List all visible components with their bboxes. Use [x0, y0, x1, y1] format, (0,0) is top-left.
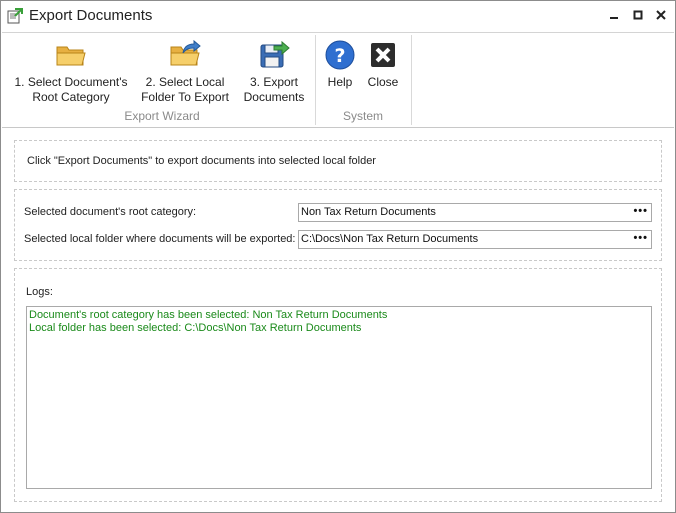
settings-panel: Selected document's root category: Non T… — [14, 189, 662, 261]
info-panel: Click "Export Documents" to export docum… — [14, 140, 662, 182]
maximize-button[interactable] — [629, 7, 647, 25]
root-category-label: Selected document's root category: — [24, 206, 197, 218]
help-button[interactable]: ? Help — [322, 37, 358, 90]
select-local-folder-button[interactable]: 2. Select Local Folder To Export — [134, 37, 236, 105]
logs-label: Logs: — [26, 286, 53, 298]
select-root-category-label-1: 1. Select Document's — [14, 75, 128, 89]
title-bar: Export Documents — [1, 1, 675, 31]
save-export-icon — [260, 40, 290, 68]
info-text: Click "Export Documents" to export docum… — [27, 155, 376, 167]
close-label: Close — [367, 75, 399, 89]
folder-icon — [56, 46, 86, 66]
logs-textbox[interactable]: Document's root category has been select… — [26, 306, 652, 489]
root-category-value: Non Tax Return Documents — [301, 206, 436, 218]
window-title: Export Documents — [29, 7, 153, 24]
ribbon: 1. Select Document's Root Category 2. Se… — [2, 32, 674, 128]
export-documents-window: Export Documents 1. Select Document's Ro… — [0, 0, 676, 513]
local-folder-label: Selected local folder where documents wi… — [24, 233, 296, 245]
logs-panel: Logs: Document's root category has been … — [14, 268, 662, 502]
export-documents-label-2: Documents — [243, 90, 305, 104]
app-icon — [7, 8, 23, 24]
select-local-folder-label-2: Folder To Export — [141, 90, 229, 104]
local-folder-browse-button[interactable]: ••• — [633, 231, 648, 245]
group-separator — [411, 35, 412, 125]
local-folder-field[interactable]: C:\Docs\Non Tax Return Documents ••• — [298, 230, 652, 249]
select-root-category-label-2: Root Category — [32, 90, 110, 104]
svg-text:?: ? — [334, 45, 345, 67]
log-line: Local folder has been selected: C:\Docs\… — [29, 322, 362, 334]
close-icon — [371, 43, 395, 67]
export-documents-button[interactable]: 3. Export Documents — [238, 37, 310, 105]
minimize-button[interactable] — [605, 7, 623, 25]
help-label: Help — [327, 75, 353, 89]
export-wizard-group-label: Export Wizard — [124, 109, 200, 123]
close-icon — [656, 10, 666, 20]
select-root-category-button[interactable]: 1. Select Document's Root Category — [12, 37, 130, 105]
root-category-field[interactable]: Non Tax Return Documents ••• — [298, 203, 652, 222]
folder-export-icon — [170, 39, 201, 66]
root-category-browse-button[interactable]: ••• — [633, 204, 648, 218]
maximize-icon — [633, 10, 643, 20]
close-window-button[interactable] — [652, 7, 670, 25]
close-button[interactable]: Close — [364, 37, 402, 90]
system-group-label: System — [342, 109, 383, 123]
select-local-folder-label-1: 2. Select Local — [145, 75, 225, 89]
group-separator — [315, 35, 316, 125]
local-folder-value: C:\Docs\Non Tax Return Documents — [301, 233, 479, 245]
minimize-icon — [610, 17, 618, 19]
log-line: Document's root category has been select… — [29, 309, 388, 321]
help-icon: ? — [325, 40, 355, 70]
export-documents-label-1: 3. Export — [249, 75, 299, 89]
